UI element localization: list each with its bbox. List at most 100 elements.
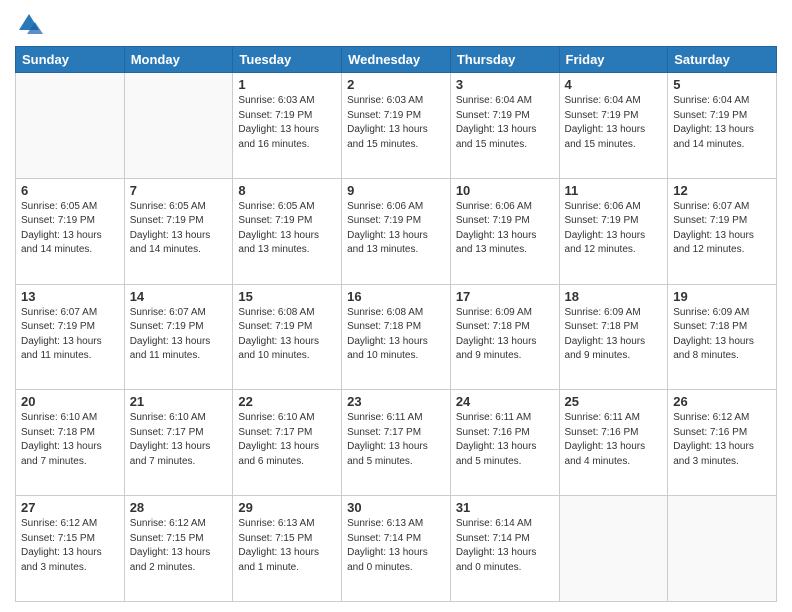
day-info: Sunrise: 6:06 AM Sunset: 7:19 PM Dayligh… <box>347 200 445 258</box>
day-info: Sunrise: 6:07 AM Sunset: 7:19 PM Dayligh… <box>130 306 228 364</box>
calendar-cell: 26 Sunrise: 6:12 AM Sunset: 7:16 PM Dayli… <box>668 390 777 496</box>
header <box>15 10 777 38</box>
calendar-cell: 9 Sunrise: 6:06 AM Sunset: 7:19 PM Daylig… <box>342 178 451 284</box>
day-number: 2 <box>347 77 445 92</box>
day-number: 28 <box>130 500 228 515</box>
day-number: 29 <box>238 500 336 515</box>
day-info: Sunrise: 6:11 AM Sunset: 7:16 PM Dayligh… <box>565 411 663 469</box>
calendar-cell: 11 Sunrise: 6:06 AM Sunset: 7:19 PM Dayli… <box>559 178 668 284</box>
calendar-cell <box>559 496 668 602</box>
day-number: 14 <box>130 289 228 304</box>
day-info: Sunrise: 6:05 AM Sunset: 7:19 PM Dayligh… <box>21 200 119 258</box>
day-info: Sunrise: 6:10 AM Sunset: 7:17 PM Dayligh… <box>130 411 228 469</box>
day-info: Sunrise: 6:12 AM Sunset: 7:15 PM Dayligh… <box>21 517 119 575</box>
day-number: 5 <box>673 77 771 92</box>
logo <box>15 10 47 38</box>
calendar-cell: 13 Sunrise: 6:07 AM Sunset: 7:19 PM Dayli… <box>16 284 125 390</box>
calendar-week-4: 27Sunrise: 6:12 AM Sunset: 7:15 PM Dayli… <box>16 496 777 602</box>
day-number: 24 <box>456 394 554 409</box>
calendar-cell: 5 Sunrise: 6:04 AM Sunset: 7:19 PM Daylig… <box>668 73 777 179</box>
day-number: 21 <box>130 394 228 409</box>
day-number: 1 <box>238 77 336 92</box>
day-info: Sunrise: 6:10 AM Sunset: 7:17 PM Dayligh… <box>238 411 336 469</box>
day-number: 10 <box>456 183 554 198</box>
day-info: Sunrise: 6:13 AM Sunset: 7:14 PM Dayligh… <box>347 517 445 575</box>
day-number: 8 <box>238 183 336 198</box>
calendar-dow-wednesday: Wednesday <box>342 47 451 73</box>
logo-icon <box>15 10 43 38</box>
day-info: Sunrise: 6:11 AM Sunset: 7:17 PM Dayligh… <box>347 411 445 469</box>
calendar-table: SundayMondayTuesdayWednesdayThursdayFrid… <box>15 46 777 602</box>
calendar-cell: 17 Sunrise: 6:09 AM Sunset: 7:18 PM Dayli… <box>450 284 559 390</box>
day-number: 6 <box>21 183 119 198</box>
calendar-cell: 24 Sunrise: 6:11 AM Sunset: 7:16 PM Dayli… <box>450 390 559 496</box>
day-info: Sunrise: 6:08 AM Sunset: 7:18 PM Dayligh… <box>347 306 445 364</box>
day-info: Sunrise: 6:05 AM Sunset: 7:19 PM Dayligh… <box>130 200 228 258</box>
calendar-week-1: 6 Sunrise: 6:05 AM Sunset: 7:19 PM Daylig… <box>16 178 777 284</box>
day-number: 13 <box>21 289 119 304</box>
calendar-dow-tuesday: Tuesday <box>233 47 342 73</box>
calendar-cell: 12Sunrise: 6:07 AM Sunset: 7:19 PM Dayli… <box>668 178 777 284</box>
calendar-cell: 4 Sunrise: 6:04 AM Sunset: 7:19 PM Daylig… <box>559 73 668 179</box>
calendar-cell: 28 Sunrise: 6:12 AM Sunset: 7:15 PM Dayli… <box>124 496 233 602</box>
day-info: Sunrise: 6:04 AM Sunset: 7:19 PM Dayligh… <box>673 94 771 152</box>
day-info: Sunrise: 6:12 AM Sunset: 7:15 PM Dayligh… <box>130 517 228 575</box>
day-number: 19 <box>673 289 771 304</box>
day-info: Sunrise: 6:04 AM Sunset: 7:19 PM Dayligh… <box>456 94 554 152</box>
page: SundayMondayTuesdayWednesdayThursdayFrid… <box>0 0 792 612</box>
day-info: Sunrise: 6:12 AM Sunset: 7:16 PM Dayligh… <box>673 411 771 469</box>
day-info: Sunrise: 6:09 AM Sunset: 7:18 PM Dayligh… <box>673 306 771 364</box>
calendar-dow-saturday: Saturday <box>668 47 777 73</box>
day-number: 17 <box>456 289 554 304</box>
day-info: Sunrise: 6:10 AM Sunset: 7:18 PM Dayligh… <box>21 411 119 469</box>
day-info: Sunrise: 6:03 AM Sunset: 7:19 PM Dayligh… <box>238 94 336 152</box>
day-number: 31 <box>456 500 554 515</box>
calendar-cell <box>124 73 233 179</box>
day-info: Sunrise: 6:07 AM Sunset: 7:19 PM Dayligh… <box>673 200 771 258</box>
calendar-cell: 25 Sunrise: 6:11 AM Sunset: 7:16 PM Dayli… <box>559 390 668 496</box>
calendar-cell: 15 Sunrise: 6:08 AM Sunset: 7:19 PM Dayli… <box>233 284 342 390</box>
day-info: Sunrise: 6:07 AM Sunset: 7:19 PM Dayligh… <box>21 306 119 364</box>
calendar-week-0: 1 Sunrise: 6:03 AM Sunset: 7:19 PM Daylig… <box>16 73 777 179</box>
calendar-cell: 19 Sunrise: 6:09 AM Sunset: 7:18 PM Dayli… <box>668 284 777 390</box>
calendar-cell: 16 Sunrise: 6:08 AM Sunset: 7:18 PM Dayli… <box>342 284 451 390</box>
calendar-week-3: 20 Sunrise: 6:10 AM Sunset: 7:18 PM Dayli… <box>16 390 777 496</box>
day-info: Sunrise: 6:06 AM Sunset: 7:19 PM Dayligh… <box>456 200 554 258</box>
calendar-cell: 23Sunrise: 6:11 AM Sunset: 7:17 PM Dayli… <box>342 390 451 496</box>
day-number: 4 <box>565 77 663 92</box>
calendar-dow-friday: Friday <box>559 47 668 73</box>
calendar-cell: 31Sunrise: 6:14 AM Sunset: 7:14 PM Dayli… <box>450 496 559 602</box>
day-info: Sunrise: 6:03 AM Sunset: 7:19 PM Dayligh… <box>347 94 445 152</box>
day-number: 20 <box>21 394 119 409</box>
day-info: Sunrise: 6:08 AM Sunset: 7:19 PM Dayligh… <box>238 306 336 364</box>
calendar-cell: 10 Sunrise: 6:06 AM Sunset: 7:19 PM Dayli… <box>450 178 559 284</box>
day-number: 9 <box>347 183 445 198</box>
day-number: 18 <box>565 289 663 304</box>
calendar-cell: 3Sunrise: 6:04 AM Sunset: 7:19 PM Daylig… <box>450 73 559 179</box>
day-info: Sunrise: 6:04 AM Sunset: 7:19 PM Dayligh… <box>565 94 663 152</box>
calendar-cell <box>16 73 125 179</box>
calendar-cell: 1 Sunrise: 6:03 AM Sunset: 7:19 PM Daylig… <box>233 73 342 179</box>
calendar-cell: 6 Sunrise: 6:05 AM Sunset: 7:19 PM Daylig… <box>16 178 125 284</box>
calendar-cell: 22 Sunrise: 6:10 AM Sunset: 7:17 PM Dayli… <box>233 390 342 496</box>
calendar-cell: 30 Sunrise: 6:13 AM Sunset: 7:14 PM Dayli… <box>342 496 451 602</box>
day-number: 11 <box>565 183 663 198</box>
day-number: 15 <box>238 289 336 304</box>
calendar-cell: 29 Sunrise: 6:13 AM Sunset: 7:15 PM Dayli… <box>233 496 342 602</box>
day-number: 7 <box>130 183 228 198</box>
calendar-header-row: SundayMondayTuesdayWednesdayThursdayFrid… <box>16 47 777 73</box>
day-number: 30 <box>347 500 445 515</box>
day-info: Sunrise: 6:13 AM Sunset: 7:15 PM Dayligh… <box>238 517 336 575</box>
calendar-cell: 21 Sunrise: 6:10 AM Sunset: 7:17 PM Dayli… <box>124 390 233 496</box>
day-number: 16 <box>347 289 445 304</box>
calendar-cell <box>668 496 777 602</box>
day-info: Sunrise: 6:06 AM Sunset: 7:19 PM Dayligh… <box>565 200 663 258</box>
calendar-dow-monday: Monday <box>124 47 233 73</box>
day-info: Sunrise: 6:11 AM Sunset: 7:16 PM Dayligh… <box>456 411 554 469</box>
calendar-week-2: 13 Sunrise: 6:07 AM Sunset: 7:19 PM Dayli… <box>16 284 777 390</box>
day-number: 25 <box>565 394 663 409</box>
day-info: Sunrise: 6:09 AM Sunset: 7:18 PM Dayligh… <box>456 306 554 364</box>
calendar-dow-thursday: Thursday <box>450 47 559 73</box>
day-number: 26 <box>673 394 771 409</box>
day-number: 22 <box>238 394 336 409</box>
